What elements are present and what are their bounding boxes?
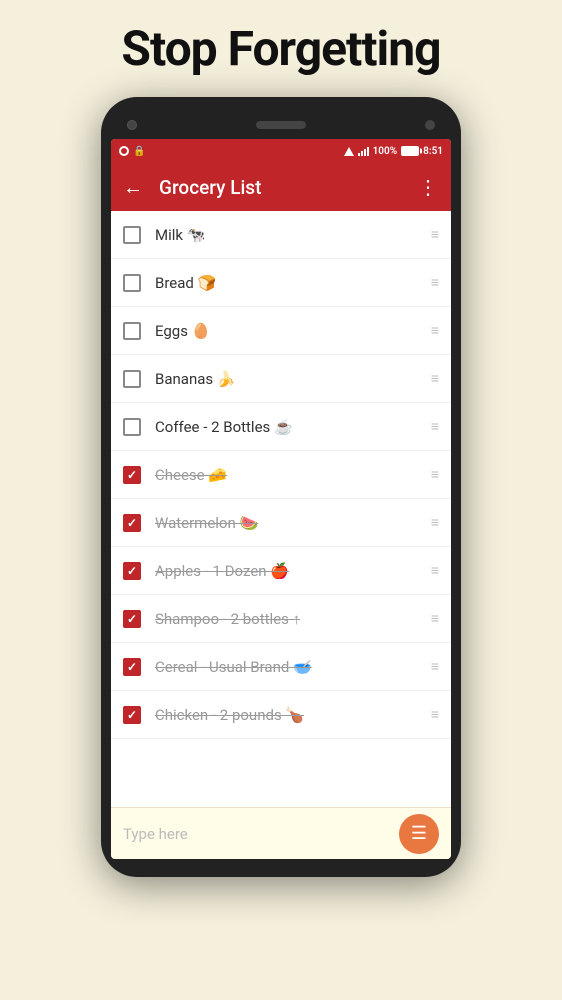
wifi-icon — [344, 147, 354, 156]
clock: 8:51 — [423, 146, 443, 157]
speaker — [256, 121, 306, 129]
lock-icon: 🔒 — [133, 146, 145, 157]
grocery-list: Milk 🐄≡Bread 🍞≡Eggs 🥚≡Bananas 🍌≡Coffee -… — [111, 211, 451, 807]
checkbox-10[interactable]: ✓ — [123, 658, 141, 676]
checkbox-4[interactable] — [123, 370, 141, 388]
checkmark-icon: ✓ — [127, 517, 137, 529]
checkmark-icon: ✓ — [127, 613, 137, 625]
status-right: 100% 8:51 — [344, 146, 443, 157]
drag-handle-icon[interactable]: ≡ — [431, 370, 439, 387]
checkbox-11[interactable]: ✓ — [123, 706, 141, 724]
battery-icon — [401, 146, 419, 156]
light-sensor — [425, 120, 435, 130]
list-item: Bananas 🍌 ≡ — [111, 355, 451, 403]
list-item: ✓ Chicken - 2 pounds 🍗 ≡ — [111, 691, 451, 739]
list-item: Milk 🐄 ≡ — [111, 211, 451, 259]
checkbox-7[interactable]: ✓ — [123, 514, 141, 532]
phone-screen: 🔒 100% 8:51 ← Grocery List ⋮ — [111, 139, 451, 859]
status-left: 🔒 — [119, 146, 145, 157]
checkbox-1[interactable] — [123, 226, 141, 244]
checkmark-icon: ✓ — [127, 565, 137, 577]
checkbox-8[interactable]: ✓ — [123, 562, 141, 580]
drag-handle-icon[interactable]: ≡ — [431, 706, 439, 723]
list-item: Bread 🍞 ≡ — [111, 259, 451, 307]
drag-handle-icon[interactable]: ≡ — [431, 658, 439, 675]
phone-top-bar — [111, 111, 451, 139]
checkbox-2[interactable] — [123, 274, 141, 292]
camera-sensor — [127, 120, 137, 130]
item-text: Watermelon 🍉 — [155, 514, 423, 532]
drag-handle-icon[interactable]: ≡ — [431, 274, 439, 291]
app-bar: ← Grocery List ⋮ — [111, 163, 451, 211]
checkbox-6[interactable]: ✓ — [123, 466, 141, 484]
phone-device: 🔒 100% 8:51 ← Grocery List ⋮ — [101, 97, 461, 877]
list-item: ✓ Cereal - Usual Brand 🥣 ≡ — [111, 643, 451, 691]
signal-icon — [358, 146, 369, 156]
app-bar-title: Grocery List — [159, 176, 418, 199]
item-text: Shampoo - 2 bottles ↑ — [155, 610, 423, 628]
item-text: Bread 🍞 — [155, 274, 423, 292]
list-item: ✓ Watermelon 🍉 ≡ — [111, 499, 451, 547]
checkbox-5[interactable] — [123, 418, 141, 436]
item-text: Milk 🐄 — [155, 226, 423, 244]
checkmark-icon: ✓ — [127, 709, 137, 721]
notification-icon — [119, 146, 129, 156]
add-list-icon: ☰ — [411, 825, 427, 843]
checkmark-icon: ✓ — [127, 661, 137, 673]
overflow-menu-button[interactable]: ⋮ — [418, 175, 439, 199]
item-text: Cheese 🧀 — [155, 466, 423, 484]
add-item-button[interactable]: ☰ — [399, 814, 439, 854]
status-bar: 🔒 100% 8:51 — [111, 139, 451, 163]
item-text: Eggs 🥚 — [155, 322, 423, 340]
item-text: Cereal - Usual Brand 🥣 — [155, 658, 423, 676]
list-item: Eggs 🥚 ≡ — [111, 307, 451, 355]
drag-handle-icon[interactable]: ≡ — [431, 562, 439, 579]
list-item: Coffee - 2 Bottles ☕ ≡ — [111, 403, 451, 451]
checkbox-9[interactable]: ✓ — [123, 610, 141, 628]
list-item: ✓ Shampoo - 2 bottles ↑ ≡ — [111, 595, 451, 643]
list-item: ✓ Apples - 1 Dozen 🍎 ≡ — [111, 547, 451, 595]
drag-handle-icon[interactable]: ≡ — [431, 514, 439, 531]
drag-handle-icon[interactable]: ≡ — [431, 418, 439, 435]
page-headline: Stop Forgetting — [121, 20, 440, 77]
item-text: Bananas 🍌 — [155, 370, 423, 388]
item-text: Coffee - 2 Bottles ☕ — [155, 418, 423, 436]
list-item: ✓ Cheese 🧀 ≡ — [111, 451, 451, 499]
item-text: Apples - 1 Dozen 🍎 — [155, 562, 423, 580]
drag-handle-icon[interactable]: ≡ — [431, 466, 439, 483]
back-button[interactable]: ← — [123, 175, 143, 200]
drag-handle-icon[interactable]: ≡ — [431, 610, 439, 627]
item-text: Chicken - 2 pounds 🍗 — [155, 706, 423, 724]
checkmark-icon: ✓ — [127, 469, 137, 481]
input-bar: Type here ☰ — [111, 807, 451, 859]
type-here-input[interactable]: Type here — [123, 825, 399, 843]
checkbox-3[interactable] — [123, 322, 141, 340]
drag-handle-icon[interactable]: ≡ — [431, 322, 439, 339]
battery-percent: 100% — [373, 146, 398, 157]
drag-handle-icon[interactable]: ≡ — [431, 226, 439, 243]
